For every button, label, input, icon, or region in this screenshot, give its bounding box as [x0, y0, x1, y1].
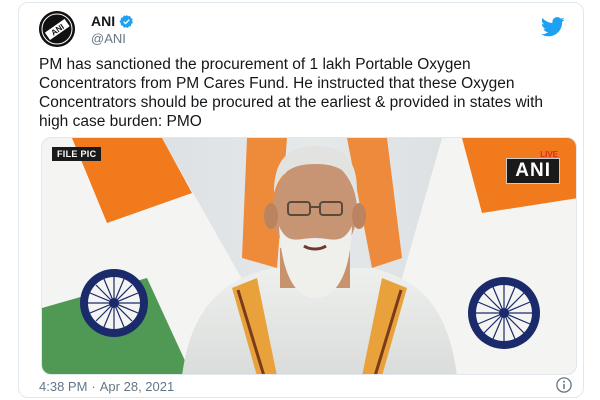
tweet-header: ANI ANI @ANI: [31, 7, 571, 49]
avatar[interactable]: ANI: [39, 11, 75, 47]
file-pic-tag: FILE PIC: [52, 147, 102, 161]
tweet-footer: 4:38 PM · Apr 28, 2021: [39, 375, 579, 397]
ani-watermark: ANI: [506, 158, 560, 184]
tweet-date[interactable]: Apr 28, 2021: [100, 379, 174, 394]
tweet-card[interactable]: ANI ANI @ANI PM has sanctioned the procu…: [18, 2, 584, 398]
tweet-text: PM has sanctioned the procurement of 1 l…: [39, 56, 544, 130]
verified-badge-icon: [119, 14, 134, 28]
account-name-text: ANI: [91, 13, 116, 29]
account-handle[interactable]: @ANI: [91, 31, 126, 46]
tweet-time[interactable]: 4:38 PM: [39, 379, 87, 394]
photo-scene: [42, 138, 576, 374]
tweet-media-photo[interactable]: FILE PIC LIVE ANI: [41, 137, 577, 375]
footer-separator: ·: [91, 378, 96, 394]
account-name[interactable]: ANI: [91, 13, 134, 29]
ani-logo-icon: ANI: [39, 11, 75, 47]
info-icon[interactable]: [555, 376, 573, 394]
twitter-bird-icon[interactable]: [541, 17, 565, 37]
